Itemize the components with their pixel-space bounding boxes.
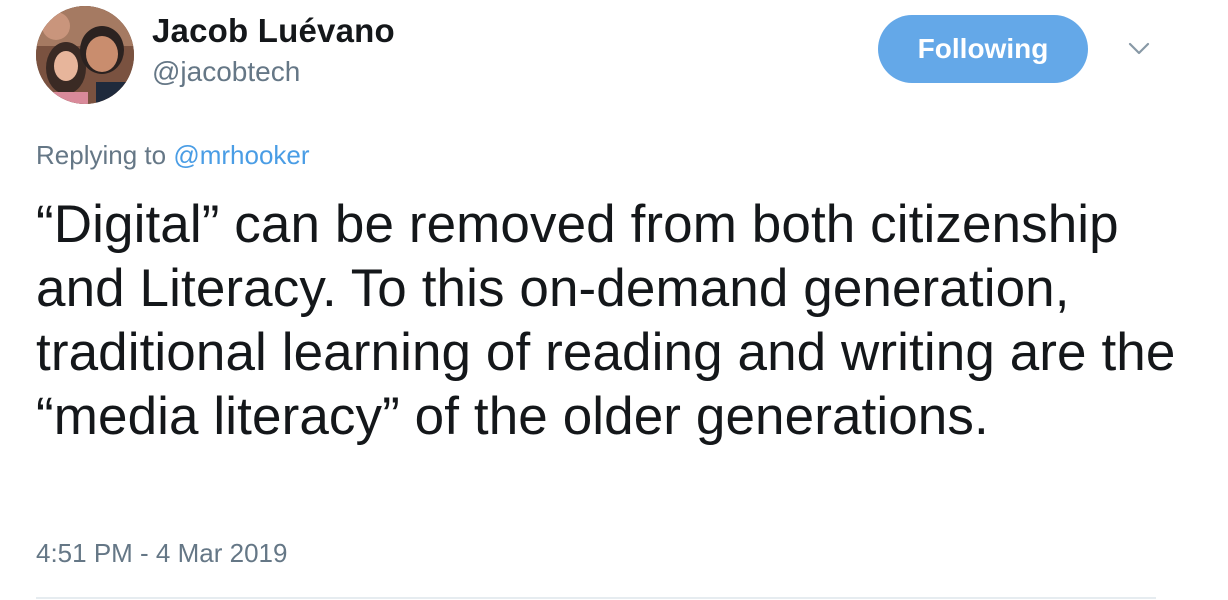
author-handle[interactable]: @jacobtech: [152, 56, 300, 88]
tweet-card: Jacob Luévano @jacobtech Following Reply…: [0, 0, 1228, 600]
following-button[interactable]: Following: [878, 15, 1088, 83]
avatar-photo: [36, 6, 134, 104]
replying-prefix: Replying to: [36, 140, 174, 170]
tweet-text: “Digital” can be removed from both citiz…: [36, 195, 1176, 446]
replying-to: Replying to @mrhooker: [36, 140, 310, 171]
divider: [36, 597, 1156, 599]
reply-mention-link[interactable]: @mrhooker: [173, 140, 309, 170]
chevron-down-icon[interactable]: [1122, 38, 1156, 62]
tweet-timestamp[interactable]: 4:51 PM - 4 Mar 2019: [36, 538, 287, 569]
avatar[interactable]: [36, 6, 134, 104]
author-display-name[interactable]: Jacob Luévano: [152, 12, 395, 50]
